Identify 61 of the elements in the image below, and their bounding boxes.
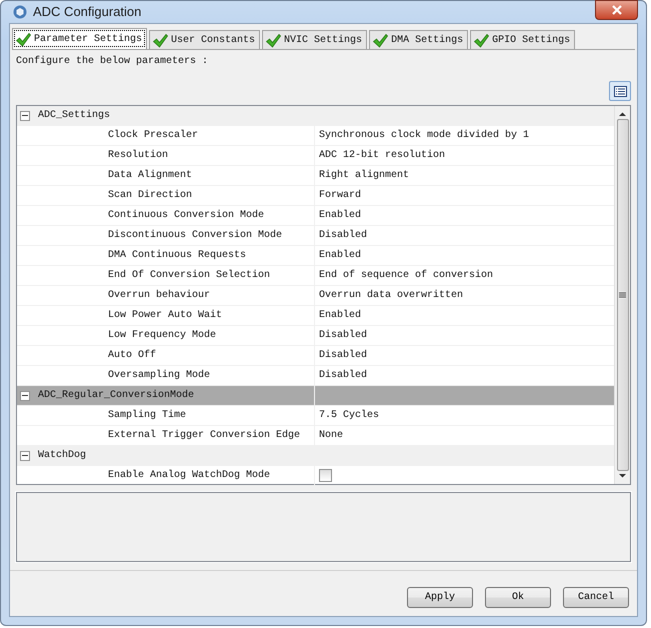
parameter-value[interactable]: Enabled — [319, 208, 362, 223]
parameter-name: Discontinuous Conversion Mode — [107, 228, 282, 243]
group-row[interactable]: ADC_Settings — [17, 106, 614, 126]
close-icon — [612, 5, 622, 15]
close-button[interactable] — [595, 0, 638, 20]
list-icon — [614, 86, 626, 96]
parameter-name: Clock Prescaler — [107, 128, 198, 143]
parameter-value[interactable]: Disabled — [319, 348, 368, 363]
parameter-name: Data Alignment — [107, 168, 192, 183]
parameter-name: Oversampling Mode — [107, 368, 210, 383]
parameter-value[interactable]: Disabled — [319, 228, 368, 243]
collapse-icon[interactable] — [20, 110, 30, 120]
scroll-down-icon[interactable] — [618, 473, 627, 479]
parameter-value[interactable]: Enabled — [319, 248, 362, 263]
parameter-value[interactable]: End of sequence of conversion — [319, 268, 494, 283]
parameter-name: External Trigger Conversion Edge — [107, 428, 300, 443]
dialog-button[interactable]: Ok — [485, 587, 551, 608]
group-name: ADC_Settings — [38, 108, 110, 123]
parameter-name: Sampling Time — [107, 408, 186, 423]
parameter-value[interactable]: 7.5 Cycles — [319, 408, 380, 423]
parameter-name: Low Power Auto Wait — [107, 308, 222, 323]
dialog-button[interactable]: Cancel — [563, 587, 629, 608]
tab[interactable]: User Constants — [149, 30, 260, 49]
parameter-name: Auto Off — [107, 348, 156, 363]
parameter-name: Resolution — [107, 148, 168, 163]
window-title: ADC Configuration — [33, 3, 142, 22]
parameter-name: Low Frequency Mode — [107, 328, 216, 343]
parameter-value[interactable]: Disabled — [319, 368, 368, 383]
app-icon — [13, 5, 27, 19]
tab[interactable]: Parameter Settings — [12, 28, 148, 49]
parameter-value[interactable]: Disabled — [319, 328, 368, 343]
scrollbar[interactable] — [614, 106, 630, 484]
parameter-value[interactable]: ADC 12-bit resolution — [319, 148, 446, 163]
parameter-value[interactable]: Right alignment — [319, 168, 410, 183]
parameter-name: Continuous Conversion Mode — [107, 208, 264, 223]
checkbox[interactable] — [319, 469, 332, 482]
parameter-name: Scan Direction — [107, 188, 192, 203]
parameter-value[interactable]: None — [319, 428, 344, 443]
parameter-value[interactable]: Overrun data overwritten — [319, 288, 464, 303]
collapse-icon[interactable] — [20, 390, 30, 400]
group-row[interactable]: ADC_Regular_ConversionMode — [17, 386, 614, 406]
parameter-name: Overrun behaviour — [107, 288, 210, 303]
parameter-value[interactable]: Synchronous clock mode divided by 1 — [319, 128, 530, 143]
scroll-up-icon[interactable] — [618, 111, 627, 117]
group-name: ADC_Regular_ConversionMode — [38, 388, 194, 403]
group-row[interactable]: WatchDog — [17, 446, 614, 466]
parameter-value[interactable]: Enabled — [319, 308, 362, 323]
tab[interactable]: DMA Settings — [369, 30, 468, 49]
parameter-name: End Of Conversion Selection — [107, 268, 270, 283]
tab[interactable]: NVIC Settings — [262, 30, 368, 49]
parameter-name: DMA Continuous Requests — [107, 248, 246, 263]
instruction-text: Configure the below parameters : — [16, 54, 210, 69]
scrollbar-thumb[interactable] — [616, 119, 628, 471]
check-icon — [15, 32, 31, 46]
list-view-button[interactable] — [609, 81, 631, 101]
dialog-button[interactable]: Apply — [407, 587, 473, 608]
parameter-name: Enable Analog WatchDog Mode — [107, 468, 270, 483]
group-name: WatchDog — [38, 448, 86, 463]
collapse-icon[interactable] — [20, 450, 30, 460]
parameter-value[interactable]: Forward — [319, 188, 362, 203]
tab[interactable]: GPIO Settings — [470, 30, 576, 49]
